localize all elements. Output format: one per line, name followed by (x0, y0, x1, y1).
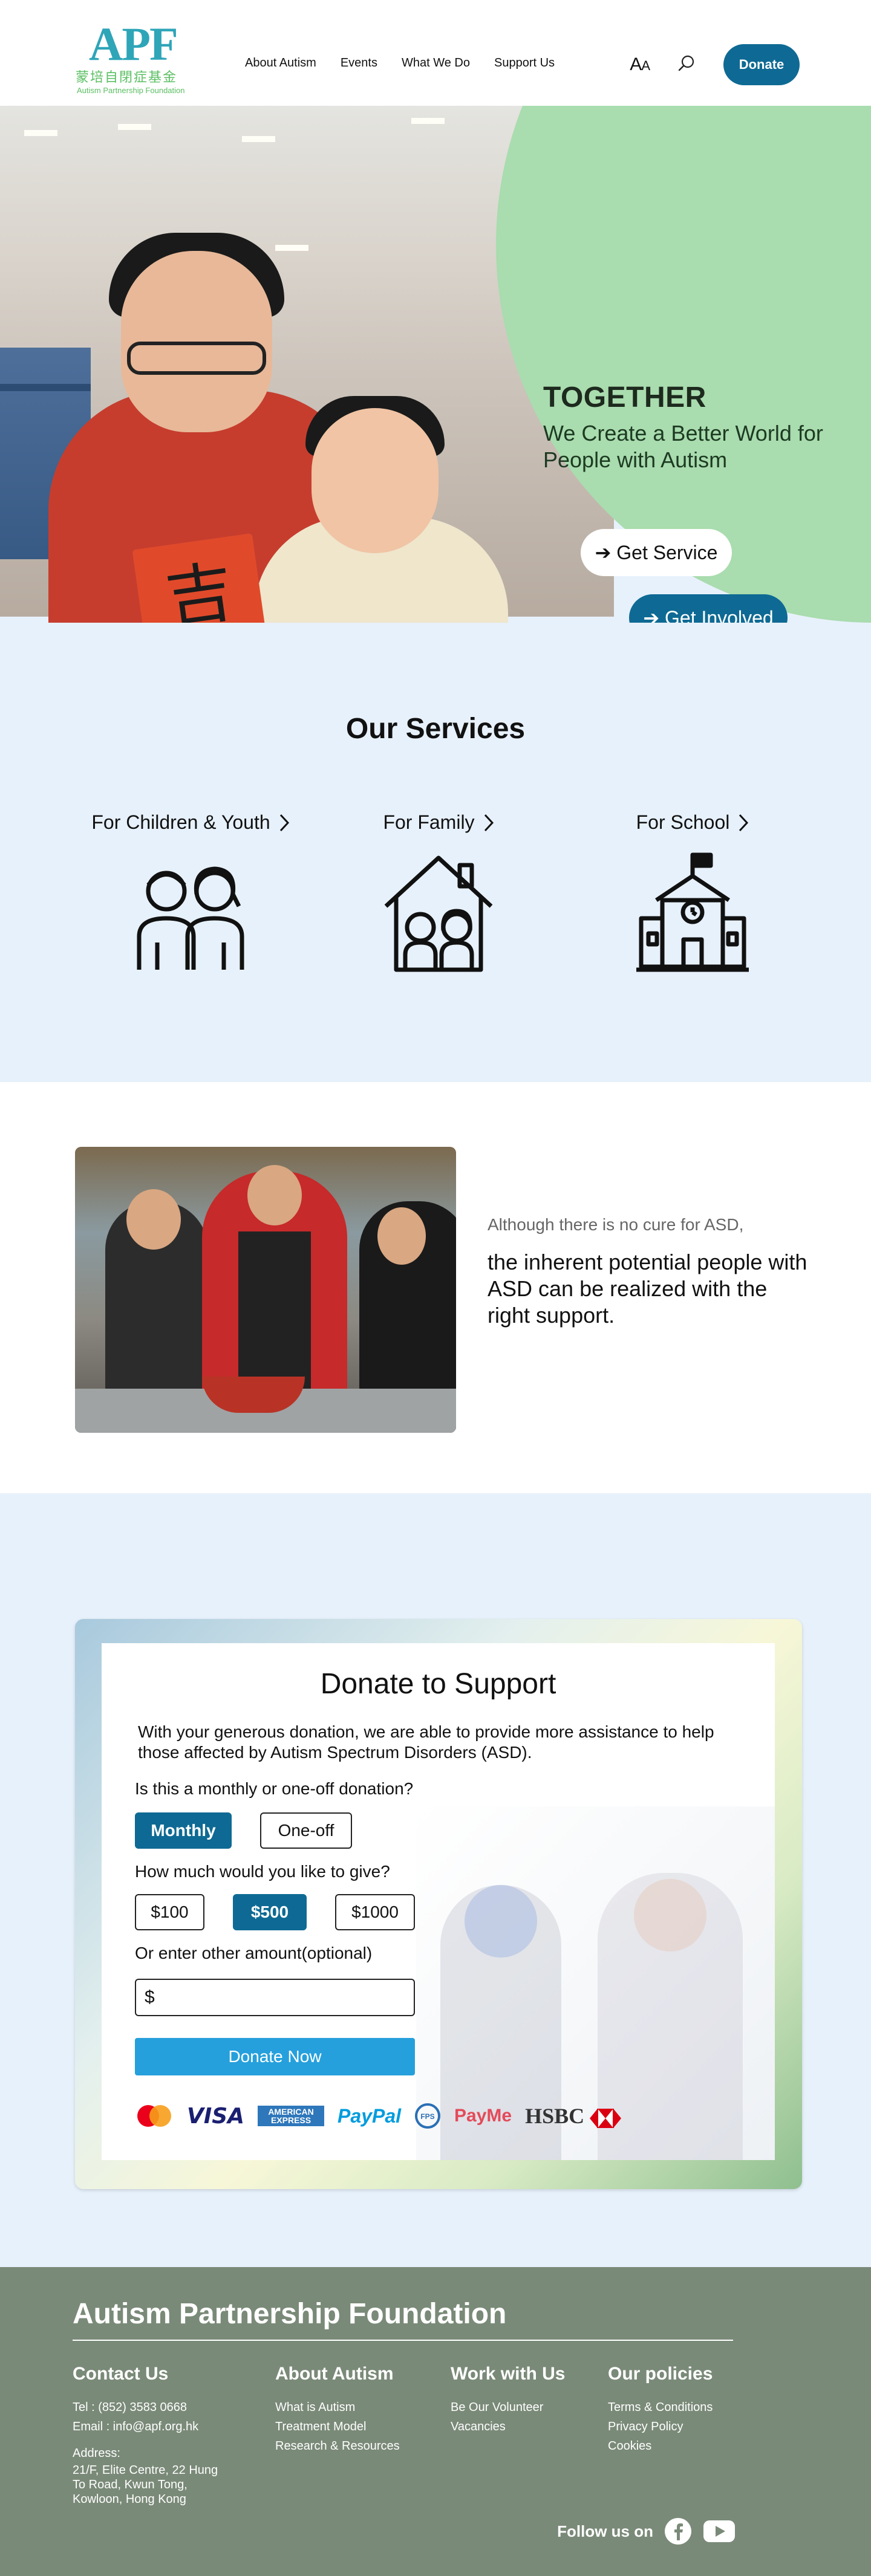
fps-logo: FPS (415, 2103, 441, 2129)
apf-logo[interactable]: APF 蒙培自閉症基金 Autism Partnership Foundatio… (76, 18, 191, 96)
asd-section: Although there is no cure for ASD, the i… (0, 1082, 871, 1493)
hero-section: 吉 TOGETHER We Create a Better World for … (0, 106, 871, 623)
amex-logo: AMERICAN EXPRESS (258, 2106, 325, 2126)
other-amount-label: Or enter other amount(optional) (135, 1944, 373, 1962)
header-donate-button[interactable]: Donate (723, 44, 800, 85)
hero-subline: We Create a Better World for People with… (543, 421, 823, 472)
policies-heading: Our policies (608, 2364, 713, 2384)
nav-support-us[interactable]: Support Us (494, 56, 555, 70)
contact-email[interactable]: Email : info@apf.org.hk (73, 2417, 218, 2436)
asd-line-1: Although there is no cure for ASD, (488, 1215, 744, 1234)
donate-form-card: Donate to Support With your generous don… (102, 1643, 775, 2160)
footer-work: Work with Us Be Our Volunteer Vacancies (451, 2364, 565, 2436)
footer-policies: Our policies Terms & Conditions Privacy … (608, 2364, 713, 2456)
hero-text: TOGETHER We Create a Better World for Pe… (543, 381, 858, 473)
service-family[interactable]: For Family (357, 811, 520, 976)
address-line: To Road, Kwun Tong, (73, 2478, 188, 2491)
service-label: For School (636, 811, 730, 833)
logo-english-name: Autism Partnership Foundation (77, 86, 185, 95)
service-label: For Family (383, 811, 475, 833)
amount-1000-option[interactable]: $1000 (335, 1894, 415, 1930)
contact-heading: Contact Us (73, 2364, 169, 2384)
mastercard-logo (137, 2105, 171, 2127)
font-size-small-a: A (641, 58, 650, 73)
amount-question: How much would you like to give? (135, 1862, 390, 1881)
fps-logo-text: FPS (420, 2112, 434, 2121)
donate-section: Donate to Support With your generous don… (0, 1493, 871, 2267)
logo-chinese-name: 蒙培自閉症基金 (76, 70, 178, 85)
visa-logo: VISA (187, 2103, 245, 2129)
footer-link-cookies[interactable]: Cookies (608, 2436, 713, 2456)
amount-100-option[interactable]: $100 (135, 1894, 204, 1930)
contact-tel[interactable]: Tel : (852) 3583 0668 (73, 2398, 218, 2417)
nav-events[interactable]: Events (341, 56, 377, 70)
search-icon[interactable] (677, 54, 696, 76)
address-label: Address: (73, 2447, 120, 2460)
red-paper-character: 吉 (161, 552, 238, 623)
get-involved-button[interactable]: ➔ Get Involved (629, 594, 788, 623)
footer-link-what-is-autism[interactable]: What is Autism (275, 2398, 400, 2417)
footer-contact: Contact Us Tel : (852) 3583 0668 Email :… (73, 2364, 218, 2506)
payment-logos: VISA AMERICAN EXPRESS PayPal FPS PayMe H… (135, 2103, 622, 2129)
nav-what-we-do[interactable]: What We Do (402, 56, 470, 70)
chevron-right-icon (279, 814, 289, 831)
donate-title: Donate to Support (320, 1668, 556, 1700)
site-footer: Autism Partnership Foundation Contact Us… (0, 2267, 871, 2576)
services-section: Our Services For Children & Youth For Fa… (0, 623, 871, 1082)
nav-about-autism[interactable]: About Autism (245, 56, 316, 70)
one-off-option[interactable]: One-off (260, 1812, 352, 1849)
family-home-icon (357, 852, 520, 976)
asd-line-2: the inherent potential people with ASD c… (488, 1250, 807, 1328)
font-size-large-a: A (630, 54, 642, 74)
children-icon (85, 852, 296, 976)
hsbc-logo-text: HSBC (525, 2104, 585, 2128)
chevron-right-icon (484, 814, 494, 831)
paypal-logo: PayPal (338, 2104, 402, 2127)
site-header: APF 蒙培自閉症基金 Autism Partnership Foundatio… (0, 0, 871, 106)
follow-label: Follow us on (557, 2522, 653, 2540)
font-size-toggle[interactable]: AA (630, 54, 650, 75)
footer-link-vacancies[interactable]: Vacancies (451, 2417, 565, 2436)
work-heading: Work with Us (451, 2364, 566, 2384)
footer-link-volunteer[interactable]: Be Our Volunteer (451, 2398, 565, 2417)
amount-500-option[interactable]: $500 (233, 1894, 307, 1930)
footer-link-privacy[interactable]: Privacy Policy (608, 2417, 713, 2436)
service-label: For Children & Youth (91, 811, 270, 833)
frequency-question: Is this a monthly or one-off donation? (135, 1779, 414, 1798)
youtube-icon[interactable] (703, 2519, 736, 2543)
donate-now-button[interactable]: Donate Now (135, 2038, 415, 2075)
hero-headline: TOGETHER (543, 381, 706, 414)
header-tools: AA Donate (630, 44, 800, 85)
footer-divider (73, 2340, 733, 2341)
school-icon (611, 852, 774, 976)
address-line: 21/F, Elite Centre, 22 Hung (73, 2464, 218, 2477)
hsbc-logo: HSBC (525, 2103, 622, 2129)
other-amount-input[interactable]: $ (135, 1979, 415, 2016)
service-school[interactable]: For School (611, 811, 774, 976)
donate-description: With your generous donation, we are able… (138, 1722, 714, 1762)
footer-link-research[interactable]: Research & Resources (275, 2436, 400, 2456)
address-line: Kowloon, Hong Kong (73, 2493, 186, 2506)
footer-about: About Autism What is Autism Treatment Mo… (275, 2364, 400, 2456)
chevron-right-icon (739, 814, 749, 831)
cooking-photo (75, 1147, 456, 1433)
service-children-youth[interactable]: For Children & Youth (85, 811, 296, 976)
main-nav: About Autism Events What We Do Support U… (245, 56, 555, 70)
services-title: Our Services (345, 713, 526, 745)
get-service-button[interactable]: ➔ Get Service (581, 529, 732, 576)
logo-mark: APF (89, 18, 178, 70)
follow-us: Follow us on (557, 2517, 736, 2545)
payme-logo: PayMe (454, 2106, 512, 2126)
footer-title: Autism Partnership Foundation (73, 2298, 507, 2330)
asd-message: Although there is no cure for ASD, the i… (488, 1215, 814, 1329)
facebook-icon[interactable] (664, 2517, 692, 2545)
footer-link-treatment-model[interactable]: Treatment Model (275, 2417, 400, 2436)
footer-link-terms[interactable]: Terms & Conditions (608, 2398, 713, 2417)
monthly-option[interactable]: Monthly (135, 1812, 232, 1849)
about-heading: About Autism (275, 2364, 394, 2384)
